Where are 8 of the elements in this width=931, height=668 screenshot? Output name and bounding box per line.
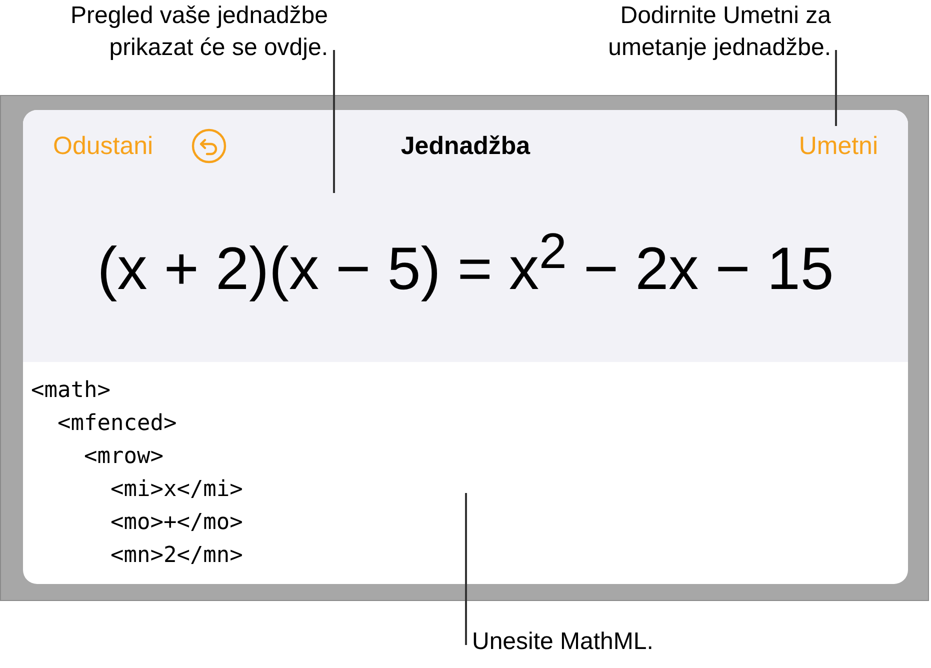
insert-button[interactable]: Umetni <box>798 132 878 160</box>
callout-text: Pregled vaše jednadžbe prikazat će se ovdje. <box>69 1 328 63</box>
mathml-input-field[interactable]: <math> <mfenced> <mrow> <mi>x</mi> <mo>+</mo> <mn>2</mn> <box>23 362 908 584</box>
cancel-button[interactable]: Odustani <box>53 132 154 160</box>
callout-text: Dodirnite Umetni za umetanje jednadžbe. <box>607 1 831 63</box>
equation-preview: (x + 2)(x − 5) = x$^{2}$ − 2x − 15 <box>97 222 834 302</box>
dialog-title: Jednadžba <box>400 132 530 160</box>
callout-text: Unesite MathML. <box>472 627 654 657</box>
